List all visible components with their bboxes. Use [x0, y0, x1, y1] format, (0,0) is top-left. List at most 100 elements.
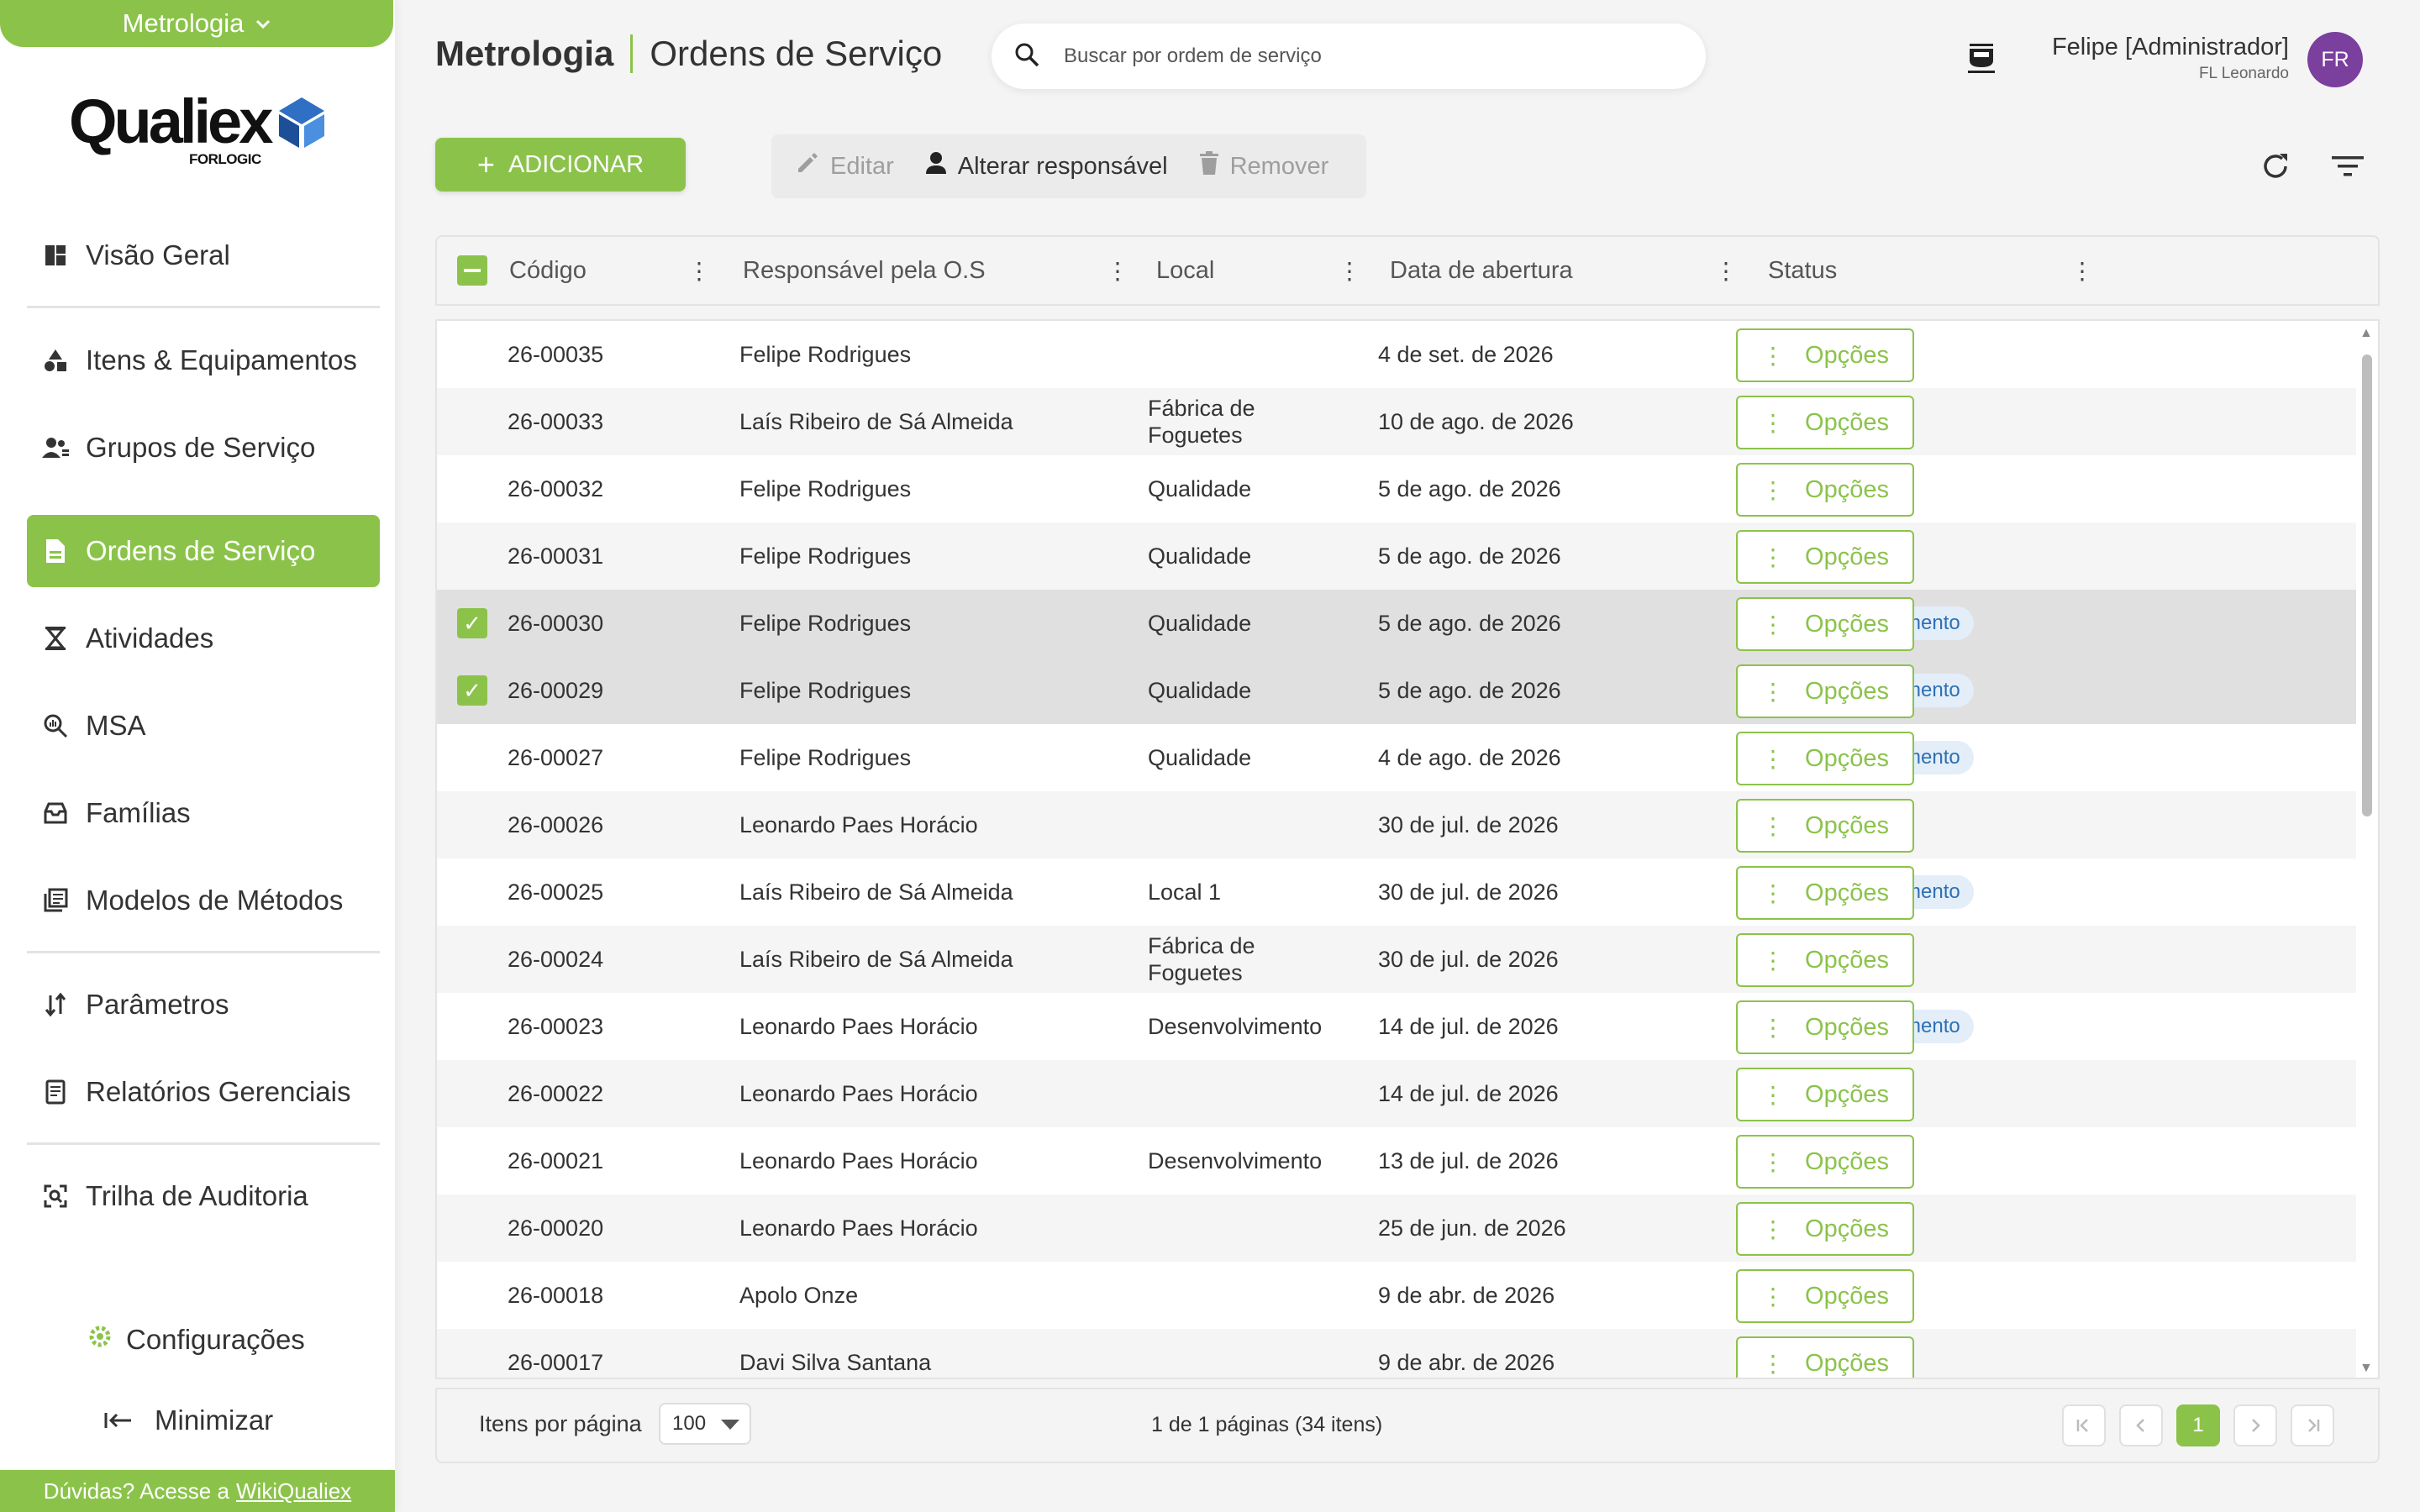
- row-checkbox[interactable]: [457, 1347, 487, 1378]
- scroll-up-icon[interactable]: ▲: [2360, 326, 2373, 341]
- column-responsavel[interactable]: Responsável pela O.S ⋮: [743, 237, 1129, 304]
- row-checkbox[interactable]: [457, 1280, 487, 1310]
- row-checkbox[interactable]: [457, 339, 487, 370]
- table-row[interactable]: 26-00024 Laís Ribeiro de Sá Almeida Fábric…: [437, 926, 2356, 993]
- cell-codigo: 26-00017: [508, 1349, 604, 1375]
- sidebar-item-relatorios[interactable]: Relatórios Gerenciais: [27, 1056, 380, 1128]
- table-row[interactable]: 26-00020 Leonardo Paes Horácio 25 de jun. …: [437, 1194, 2356, 1262]
- table-row[interactable]: ✓ 26-00030 Felipe Rodrigues Qualidade 5 de a…: [437, 590, 2356, 657]
- row-checkbox[interactable]: ✓: [457, 608, 487, 638]
- vertical-scrollbar[interactable]: ▲ ▼: [2358, 326, 2375, 1376]
- user-info[interactable]: Felipe [Administrador] FL Leonardo: [2052, 34, 2289, 83]
- options-button[interactable]: ⋮ Opções: [1736, 1000, 1914, 1054]
- options-button[interactable]: ⋮ Opções: [1736, 597, 1914, 651]
- add-button[interactable]: + ADICIONAR: [435, 138, 686, 192]
- select-all-checkbox[interactable]: [457, 255, 487, 286]
- options-button[interactable]: ⋮ Opções: [1736, 664, 1914, 718]
- first-page-button[interactable]: [2062, 1404, 2106, 1446]
- row-checkbox[interactable]: [457, 877, 487, 907]
- refresh-icon[interactable]: [2255, 146, 2296, 186]
- table-row[interactable]: 26-00017 Davi Silva Santana 9 de abr. de 2…: [437, 1329, 2356, 1378]
- column-local[interactable]: Local ⋮: [1156, 237, 1361, 304]
- table-row[interactable]: 26-00032 Felipe Rodrigues Qualidade 5 de ag…: [437, 455, 2356, 522]
- sidebar-item-trilha-auditoria[interactable]: Trilha de Auditoria: [27, 1160, 380, 1232]
- next-page-button[interactable]: [2233, 1404, 2277, 1446]
- minimize-sidebar-button[interactable]: Minimizar: [104, 1404, 273, 1436]
- options-button[interactable]: ⋮ Opções: [1736, 463, 1914, 517]
- row-checkbox[interactable]: [457, 474, 487, 504]
- sidebar-item-parametros[interactable]: Parâmetros: [27, 969, 380, 1041]
- remove-button[interactable]: Remover: [1198, 150, 1328, 182]
- library-icon: [40, 885, 71, 916]
- cell-data-abertura: 13 de jul. de 2026: [1378, 1147, 1559, 1173]
- filter-icon[interactable]: [2328, 146, 2368, 186]
- column-codigo[interactable]: Código ⋮: [509, 237, 711, 304]
- module-switcher[interactable]: Metrologia: [0, 0, 393, 47]
- row-checkbox[interactable]: ✓: [457, 675, 487, 706]
- table-row[interactable]: 26-00031 Felipe Rodrigues Qualidade 5 de ag…: [437, 522, 2356, 590]
- wiki-link[interactable]: WikiQualiex: [236, 1478, 351, 1504]
- items-per-page-select[interactable]: 100: [659, 1403, 751, 1445]
- options-button[interactable]: ⋮ Opções: [1736, 866, 1914, 920]
- cell-local: Local 1: [1148, 879, 1222, 905]
- table-row[interactable]: 26-00027 Felipe Rodrigues Qualidade 4 de ag…: [437, 724, 2356, 791]
- table-row[interactable]: 26-00023 Leonardo Paes Horácio Desenvolvim…: [437, 993, 2356, 1060]
- row-checkbox[interactable]: [457, 944, 487, 974]
- sidebar-item-familias[interactable]: Famílias: [27, 777, 380, 849]
- last-page-button[interactable]: [2291, 1404, 2334, 1446]
- change-owner-button[interactable]: Alterar responsável: [924, 150, 1168, 182]
- scrollbar-thumb[interactable]: [2362, 354, 2372, 816]
- row-checkbox[interactable]: [457, 1011, 487, 1042]
- options-button[interactable]: ⋮ Opções: [1736, 799, 1914, 853]
- edit-button[interactable]: Editar: [795, 150, 894, 182]
- table-row[interactable]: 26-00033 Laís Ribeiro de Sá Almeida Fábric…: [437, 388, 2356, 455]
- avatar[interactable]: FR: [2307, 32, 2363, 87]
- options-button[interactable]: ⋮ Opções: [1736, 328, 1914, 382]
- table-row[interactable]: 26-00022 Leonardo Paes Horácio 14 de jul. …: [437, 1060, 2356, 1127]
- options-button[interactable]: ⋮ Opções: [1736, 1269, 1914, 1323]
- row-checkbox[interactable]: [457, 541, 487, 571]
- settings-button[interactable]: Configurações: [87, 1324, 305, 1356]
- sidebar-item-grupos-servico[interactable]: Grupos de Serviço: [27, 412, 380, 484]
- table-row[interactable]: ✓ 26-00029 Felipe Rodrigues Qualidade 5 de a…: [437, 657, 2356, 724]
- options-button[interactable]: ⋮ Opções: [1736, 1068, 1914, 1121]
- options-button[interactable]: ⋮ Opções: [1736, 933, 1914, 987]
- groups-icon: [40, 433, 71, 463]
- options-button[interactable]: ⋮ Opções: [1736, 530, 1914, 584]
- column-data-abertura[interactable]: Data de abertura ⋮: [1390, 237, 1738, 304]
- sidebar-item-visao-geral[interactable]: Visão Geral: [27, 219, 380, 291]
- options-button[interactable]: ⋮ Opções: [1736, 396, 1914, 449]
- options-button[interactable]: ⋮ Opções: [1736, 1135, 1914, 1189]
- row-checkbox[interactable]: [457, 810, 487, 840]
- row-checkbox[interactable]: [457, 1213, 487, 1243]
- column-menu-icon[interactable]: ⋮: [2070, 257, 2094, 285]
- table-row[interactable]: 26-00018Apolo Onze9 de abr. de 2026•••Ab…: [437, 1262, 2356, 1329]
- options-button[interactable]: ⋮ Opções: [1736, 1336, 1914, 1378]
- row-checkbox[interactable]: [457, 1146, 487, 1176]
- sidebar-item-atividades[interactable]: Atividades: [27, 602, 380, 675]
- table-body: 26-00035 Felipe Rodrigues 4 de set. de 202…: [435, 319, 2380, 1379]
- row-checkbox[interactable]: [457, 1079, 487, 1109]
- column-menu-icon[interactable]: ⋮: [1338, 257, 1361, 285]
- table-row[interactable]: 26-00026 Leonardo Paes Horácio 30 de jul. …: [437, 791, 2356, 858]
- row-checkbox[interactable]: [457, 407, 487, 437]
- column-menu-icon[interactable]: ⋮: [1106, 257, 1129, 285]
- search-input[interactable]: [1064, 45, 1669, 68]
- coffee-cup-icon[interactable]: [1965, 39, 2002, 80]
- table-row[interactable]: 26-00021 Leonardo Paes Horácio Desenvolvim…: [437, 1127, 2356, 1194]
- table-row[interactable]: 26-00035 Felipe Rodrigues 4 de set. de 202…: [437, 321, 2356, 388]
- options-button[interactable]: ⋮ Opções: [1736, 1202, 1914, 1256]
- row-checkbox[interactable]: [457, 743, 487, 773]
- scroll-down-icon[interactable]: ▼: [2360, 1361, 2373, 1376]
- sidebar-item-itens-equipamentos[interactable]: Itens & Equipamentos: [27, 324, 380, 396]
- sidebar-item-modelos-metodos[interactable]: Modelos de Métodos: [27, 864, 380, 937]
- sidebar-item-ordens-servico[interactable]: Ordens de Serviço: [27, 515, 380, 587]
- column-menu-icon[interactable]: ⋮: [687, 257, 711, 285]
- page-number-button[interactable]: 1: [2176, 1404, 2220, 1446]
- sidebar-item-msa[interactable]: MSA: [27, 690, 380, 762]
- column-menu-icon[interactable]: ⋮: [1714, 257, 1738, 285]
- options-button[interactable]: ⋮ Opções: [1736, 732, 1914, 785]
- column-status[interactable]: Status ⋮: [1768, 237, 2094, 304]
- table-row[interactable]: 26-00025 Laís Ribeiro de Sá Almeida Local …: [437, 858, 2356, 926]
- previous-page-button[interactable]: [2119, 1404, 2163, 1446]
